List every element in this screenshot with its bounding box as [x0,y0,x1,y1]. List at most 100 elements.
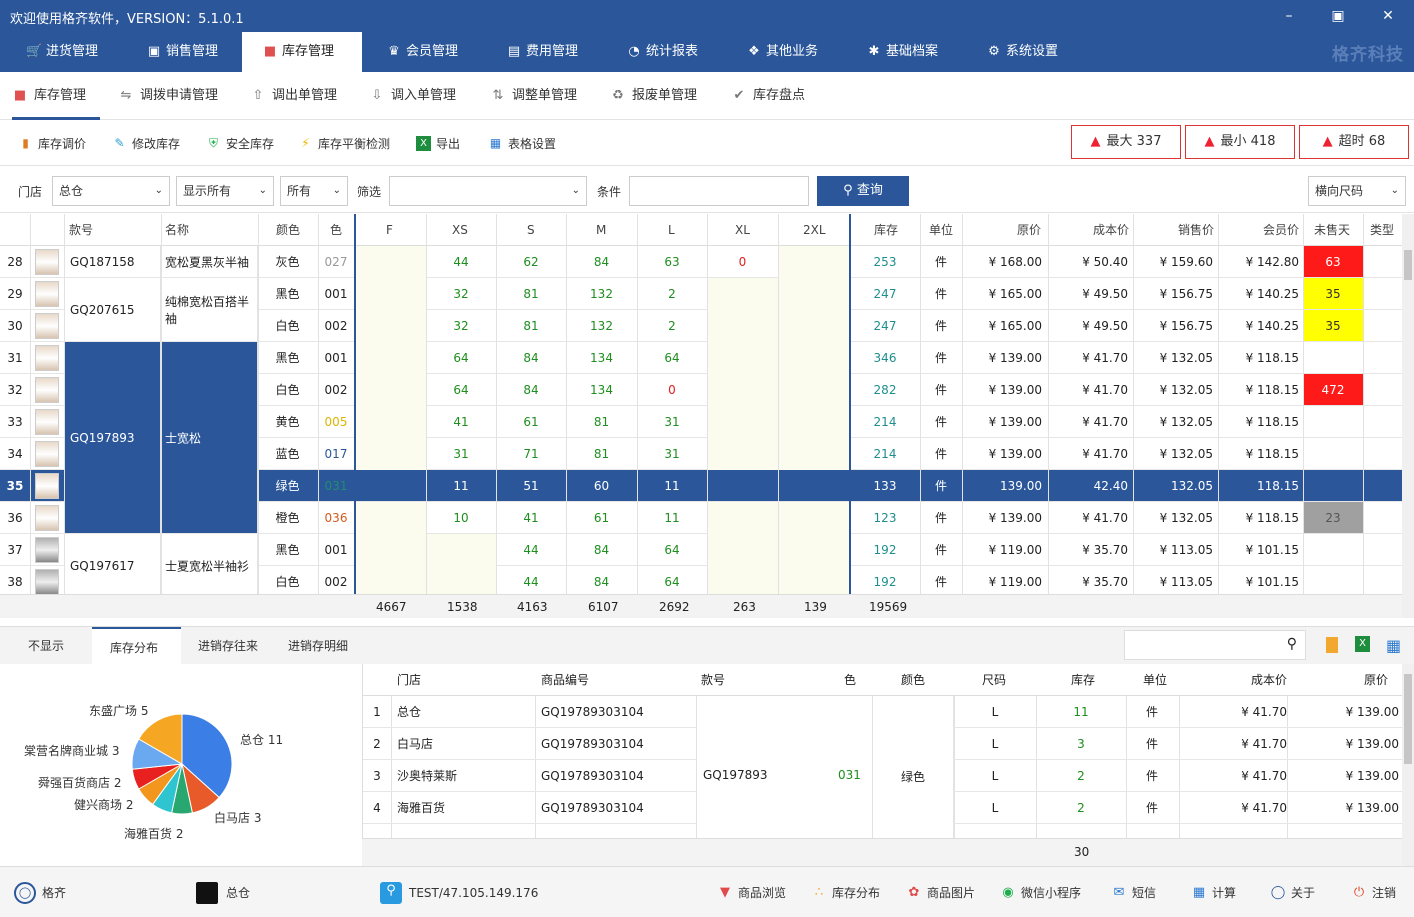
size-qty-l[interactable]: 11 [637,502,707,534]
size-qty-l[interactable]: 31 [637,406,707,438]
size-qty-m[interactable]: 134 [566,342,637,374]
scrollbar-thumb[interactable] [1404,250,1412,280]
filter-select[interactable]: ⌄ [389,176,587,206]
subtab-transfer-in[interactable]: ⇩ 调入单管理 [369,72,456,120]
size-qty-2xl[interactable] [778,534,849,566]
calculator-button[interactable]: ▦ 计算 [1190,884,1236,902]
size-qty-f[interactable] [355,246,426,278]
size-qty-xl[interactable] [707,278,778,310]
col-size-l[interactable]: L [668,214,675,246]
minimize-icon[interactable]: – [1279,6,1299,26]
size-qty-m[interactable]: 60 [566,470,637,502]
product-browse-button[interactable]: ▼ 商品浏览 [716,884,786,902]
size-qty-xs[interactable]: 32 [426,310,496,342]
size-qty-2xl[interactable] [778,470,849,502]
size-qty-s[interactable]: 44 [496,534,566,566]
col-unsold-days[interactable]: 未售天 [1314,214,1350,246]
size-qty-2xl[interactable] [778,278,849,310]
wechat-miniapp-button[interactable]: ◉ 微信小程序 [999,884,1081,902]
col-style[interactable]: 款号 [701,664,725,696]
col-stock[interactable]: 库存 [1071,664,1095,696]
col-color-code[interactable]: 色 [330,214,342,246]
sms-button[interactable]: ✉ 短信 [1110,884,1156,902]
size-qty-m[interactable]: 134 [566,374,637,406]
col-size-m[interactable]: M [596,214,606,246]
product-image-button[interactable]: ✿ 商品图片 [905,884,975,902]
size-qty-s[interactable]: 41 [496,502,566,534]
size-qty-l[interactable]: 64 [637,342,707,374]
size-qty-s[interactable]: 62 [496,246,566,278]
size-qty-xs[interactable]: 64 [426,374,496,406]
store-select[interactable]: 总仓 ⌄ [52,176,170,206]
product-thumbnail[interactable] [35,505,59,531]
tab-detail[interactable]: 进销存明细 [270,627,366,665]
product-thumbnail[interactable] [35,249,59,275]
size-mode-select[interactable]: 横向尺码 ⌄ [1308,176,1406,206]
product-thumbnail[interactable] [35,537,59,563]
col-cost-price[interactable]: 成本价 [1093,214,1129,246]
size-qty-l[interactable]: 31 [637,438,707,470]
size-qty-m[interactable]: 84 [566,246,637,278]
size-qty-xl[interactable] [707,342,778,374]
logout-button[interactable]: ⏻ 注销 [1350,884,1396,902]
size-qty-2xl[interactable] [778,374,849,406]
size-qty-s[interactable]: 81 [496,278,566,310]
size-qty-xs[interactable]: 44 [426,246,496,278]
display-select[interactable]: 显示所有 ⌄ [176,176,274,206]
product-thumbnail[interactable] [35,569,59,594]
grid-settings-button[interactable]: ▦ 表格设置 [488,135,556,153]
col-color-code[interactable]: 色 [844,664,856,696]
subtab-adjust[interactable]: ⇅ 调整单管理 [490,72,577,120]
size-qty-2xl[interactable] [778,342,849,374]
size-qty-m[interactable]: 132 [566,310,637,342]
safety-stock-button[interactable]: ⛨ 安全库存 [206,135,274,153]
size-qty-s[interactable]: 51 [496,470,566,502]
size-qty-f[interactable] [355,438,426,470]
col-sku[interactable]: 商品编号 [541,664,589,696]
size-qty-xl[interactable] [707,406,778,438]
size-qty-l[interactable]: 2 [637,310,707,342]
size-qty-l[interactable]: 0 [637,374,707,406]
size-qty-xs[interactable]: 41 [426,406,496,438]
size-qty-2xl[interactable] [778,310,849,342]
condition-input[interactable] [629,176,809,206]
size-qty-xl[interactable] [707,470,778,502]
col-color[interactable]: 颜色 [276,214,300,246]
size-qty-m[interactable]: 81 [566,438,637,470]
subtab-stocktake[interactable]: ✔ 库存盘点 [731,72,805,120]
size-qty-s[interactable]: 61 [496,406,566,438]
size-qty-f[interactable] [355,566,426,594]
size-qty-xs[interactable] [426,566,496,594]
size-qty-s[interactable]: 71 [496,438,566,470]
size-qty-xl[interactable] [707,566,778,594]
menu-tab-other[interactable]: ❖ 其他业务 [742,32,842,72]
bottom-search-input[interactable]: ⚲ [1124,630,1306,660]
size-qty-xl[interactable]: 0 [707,246,778,278]
size-qty-m[interactable]: 84 [566,534,637,566]
size-qty-f[interactable] [355,342,426,374]
size-qty-2xl[interactable] [778,502,849,534]
tab-transactions[interactable]: 进销存往来 [180,627,276,665]
size-qty-f[interactable] [355,406,426,438]
col-sale-price[interactable]: 销售价 [1178,214,1214,246]
maximize-icon[interactable]: ▣ [1328,6,1348,26]
tab-hide[interactable]: 不显示 [10,627,82,665]
price-adjust-button[interactable]: ▮ 库存调价 [18,135,86,153]
size-qty-m[interactable]: 61 [566,502,637,534]
size-qty-l[interactable]: 11 [637,470,707,502]
col-size[interactable]: 尺码 [982,664,1006,696]
size-qty-s[interactable]: 81 [496,310,566,342]
col-color[interactable]: 颜色 [901,664,925,696]
size-qty-xs[interactable]: 31 [426,438,496,470]
alert-overtime-button[interactable]: ▲ 超时 68 [1299,125,1409,159]
size-qty-m[interactable]: 81 [566,406,637,438]
size-qty-m[interactable]: 132 [566,278,637,310]
size-qty-2xl[interactable] [778,438,849,470]
size-qty-2xl[interactable] [778,406,849,438]
menu-tab-archive[interactable]: ✱ 基础档案 [862,32,962,72]
grid-scrollbar[interactable] [1402,214,1414,618]
document-icon[interactable] [1326,637,1338,653]
subtab-transfer-out[interactable]: ⇧ 调出单管理 [250,72,337,120]
menu-tab-member[interactable]: ♛ 会员管理 [382,32,482,72]
menu-tab-reports[interactable]: ◔ 统计报表 [622,32,722,72]
